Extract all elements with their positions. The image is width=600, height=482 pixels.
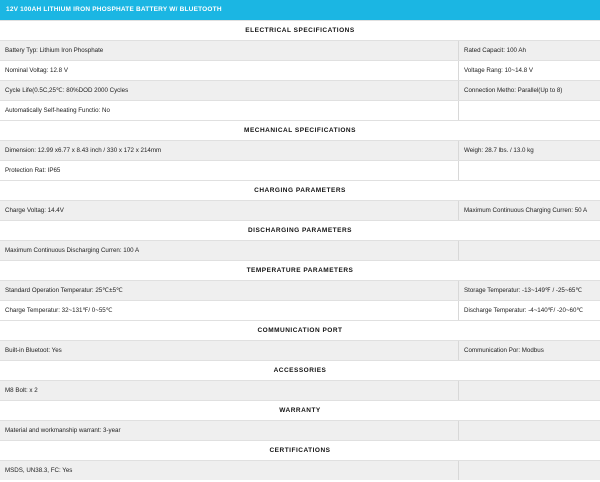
spec-row: Charge Temperatur: 32~131℉/ 0~55℃ Dischar… — [0, 300, 600, 320]
page-title: 12V 100AH LITHIUM IRON PHOSPHATE BATTERY… — [6, 6, 222, 13]
spec-cell-left: MSDS, UN38.3, FC: Yes — [0, 461, 459, 480]
spec-cell-right — [459, 101, 600, 120]
spec-cell-left: Battery Typ: Lithium Iron Phosphate — [0, 41, 459, 60]
spec-cell-left: Material and workmanship warrant: 3-year — [0, 421, 459, 440]
spec-cell-left: Charge Temperatur: 32~131℉/ 0~55℃ — [0, 301, 459, 320]
spec-cell-right: Maximum Continuous Charging Curren: 50 A — [464, 207, 588, 214]
spec-cell-right: Voltage Rang: 10~14.8 V — [464, 67, 533, 74]
spec-cell-right: Communication Por: Modbus — [464, 347, 544, 354]
spec-cell-right — [459, 421, 600, 440]
spec-row: M8 Bolt: x 2 — [0, 380, 600, 400]
spec-cell-left: M8 Bolt: x 2 — [0, 381, 459, 400]
spec-table: ELECTRICAL SPECIFICATIONS Battery Typ: Li… — [0, 20, 600, 480]
spec-cell-left: Maximum Continuous Discharging Curren: 1… — [0, 241, 459, 260]
spec-cell-left: Nominal Voltag: 12.8 V — [0, 61, 459, 80]
spec-cell-left: Built-in Bluetoot: Yes — [0, 341, 459, 360]
section-title: COMMUNICATION PORT — [0, 320, 600, 340]
spec-cell-left: Dimension: 12.99 x6.77 x 8.43 inch / 330… — [0, 141, 459, 160]
spec-row: Maximum Continuous Discharging Curren: 1… — [0, 240, 600, 260]
section-title: ELECTRICAL SPECIFICATIONS — [0, 20, 600, 40]
spec-row: Standard Operation Temperatur: 25℃±5℃ Sto… — [0, 280, 600, 300]
spec-cell-left: Cycle Life(0.5C,25℃: 80%DOD 2000 Cycles — [0, 81, 459, 100]
spec-cell-right — [459, 161, 600, 180]
section-title: TEMPERATURE PARAMETERS — [0, 260, 600, 280]
spec-cell-right: Storage Temperatur: -13~149℉ / -25~65℃ — [464, 287, 583, 294]
spec-cell-left: Standard Operation Temperatur: 25℃±5℃ — [0, 281, 459, 300]
spec-cell-right — [459, 461, 600, 480]
section-title: CERTIFICATIONS — [0, 440, 600, 460]
section-title: DISCHARGING PARAMETERS — [0, 220, 600, 240]
spec-row: Protection Rat: IP65 — [0, 160, 600, 180]
spec-row: MSDS, UN38.3, FC: Yes — [0, 460, 600, 480]
spec-cell-left: Automatically Self-heating Functio: No — [0, 101, 459, 120]
section-title: WARRANTY — [0, 400, 600, 420]
spec-cell-right — [459, 241, 600, 260]
spec-cell-right: Discharge Temperatur: -4~140℉/ -20~60℃ — [464, 307, 584, 314]
spec-cell-left: Charge Voltag: 14.4V — [0, 201, 459, 220]
spec-cell-left: Protection Rat: IP65 — [0, 161, 459, 180]
spec-cell-right: Weigh: 28.7 lbs. / 13.0 kg — [464, 147, 534, 154]
spec-cell-right — [459, 381, 600, 400]
spec-row: Battery Typ: Lithium Iron Phosphate Rated… — [0, 40, 600, 60]
section-title: ACCESSORIES — [0, 360, 600, 380]
section-title: CHARGING PARAMETERS — [0, 180, 600, 200]
spec-row: Charge Voltag: 14.4V Maximum Continuous C… — [0, 200, 600, 220]
spec-cell-right: Rated Capacit: 100 Ah — [464, 47, 526, 54]
spec-row: Material and workmanship warrant: 3-year — [0, 420, 600, 440]
spec-row: Cycle Life(0.5C,25℃: 80%DOD 2000 Cycles C… — [0, 80, 600, 100]
spec-cell-right: Connection Metho: Parallel(Up to 8) — [464, 87, 563, 94]
spec-row: Automatically Self-heating Functio: No — [0, 100, 600, 120]
section-title: MECHANICAL SPECIFICATIONS — [0, 120, 600, 140]
page-header: 12V 100AH LITHIUM IRON PHOSPHATE BATTERY… — [0, 0, 600, 20]
spec-row: Built-in Bluetoot: Yes Communication Por:… — [0, 340, 600, 360]
spec-row: Dimension: 12.99 x6.77 x 8.43 inch / 330… — [0, 140, 600, 160]
spec-row: Nominal Voltag: 12.8 V Voltage Rang: 10~1… — [0, 60, 600, 80]
